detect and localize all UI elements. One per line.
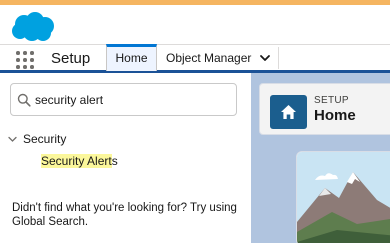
welcome-illustration	[296, 151, 390, 243]
nav-divider	[278, 47, 279, 69]
app-name: Setup	[51, 50, 91, 67]
page-title: Home	[314, 107, 356, 124]
tab-home[interactable]: Home	[106, 44, 157, 71]
setup-tree-panel: Security Security Alerts Didn't find wha…	[0, 73, 251, 243]
quick-find-box	[10, 83, 237, 116]
setup-home-content: SETUP Home	[251, 73, 390, 243]
tree-item-label-rest: s	[111, 154, 118, 168]
page-header-eyebrow: SETUP	[314, 95, 349, 106]
home-icon	[281, 105, 296, 119]
context-nav-bar: Setup Home Object Manager	[0, 44, 390, 73]
mountain-illustration	[297, 152, 390, 243]
search-match-highlight: Security Alert	[41, 154, 112, 168]
page-header: SETUP Home	[259, 83, 390, 135]
tab-object-manager[interactable]: Object Manager	[158, 45, 278, 71]
chevron-down-icon[interactable]	[258, 51, 272, 65]
quick-find-input[interactable]	[35, 84, 231, 115]
home-icon-tile	[270, 95, 307, 129]
tree-item-security-alerts[interactable]: Security Alerts	[41, 154, 118, 168]
caret-down-icon[interactable]	[8, 135, 17, 144]
global-header	[0, 5, 390, 44]
tab-object-manager-label: Object Manager	[166, 51, 252, 65]
tree-node-security-label: Security	[23, 132, 67, 146]
search-icon	[17, 93, 31, 107]
salesforce-logo[interactable]	[10, 11, 56, 43]
app-launcher-icon[interactable]	[16, 51, 34, 69]
global-search-hint: Didn't find what you're looking for? Try…	[12, 202, 237, 228]
